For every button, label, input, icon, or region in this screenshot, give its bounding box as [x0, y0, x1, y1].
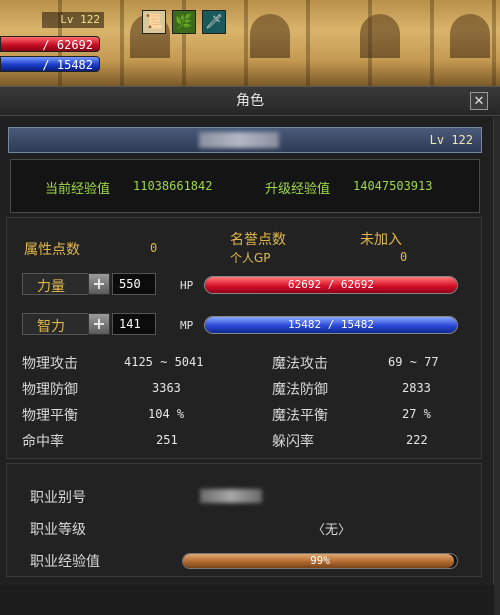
phys-bal-value: 104 % — [148, 407, 185, 421]
add-str-button[interactable]: + — [88, 273, 110, 295]
mp-bar: 15482 / 15482 — [204, 316, 458, 334]
job-alias-blurred — [200, 489, 262, 503]
attr-points-label: 属性点数 — [24, 242, 80, 258]
job-exp-label: 职业经验值 — [30, 554, 100, 570]
mag-def-value: 2833 — [402, 381, 431, 395]
scroll-icon[interactable]: 📜 — [142, 10, 166, 34]
hud-level: Lv 122 — [42, 12, 104, 28]
window-title: 角色 — [236, 93, 264, 109]
window-edge — [493, 117, 500, 615]
job-level-value: 〈无〉 — [312, 523, 352, 538]
mag-def-label: 魔法防御 — [272, 382, 328, 398]
add-int-button[interactable]: + — [88, 313, 110, 335]
job-alias-label: 职业别号 — [30, 490, 86, 506]
hp-tag: HP — [180, 279, 194, 292]
background-arch — [250, 14, 290, 58]
phys-bal-label: 物理平衡 — [22, 408, 78, 424]
gp-value: 0 — [400, 250, 408, 264]
phys-def-value: 3363 — [152, 381, 181, 395]
phys-atk-value: 4125 ~ 5041 — [124, 355, 204, 369]
window-footer — [0, 585, 494, 615]
experience-box: 当前经验值 11038661842 升级经验值 14047503913 — [10, 159, 480, 213]
int-label: 智力 — [37, 319, 65, 335]
gp-label: 个人GP — [230, 251, 271, 265]
mag-atk-value: 69 ~ 77 — [388, 355, 439, 369]
job-exp-bar-text: 99% — [310, 554, 330, 567]
str-value: 550 — [112, 273, 156, 295]
mag-atk-label: 魔法攻击 — [272, 356, 328, 372]
background-arch — [360, 14, 400, 58]
phys-atk-label: 物理攻击 — [22, 356, 78, 372]
sword-icon[interactable]: 🗡 — [202, 10, 226, 34]
character-window: 角色 ✕ Lv 122 当前经验值 11038661842 升级经验值 1404… — [0, 86, 500, 615]
hud-hp-bar: / 62692 — [0, 36, 100, 52]
hud-mp-bar: / 15482 — [0, 56, 100, 72]
str-label: 力量 — [37, 279, 65, 295]
dodge-rate-label: 躲闪率 — [272, 434, 314, 450]
hp-bar: 62692 / 62692 — [204, 276, 458, 294]
window-titlebar[interactable]: 角色 ✕ — [0, 87, 500, 116]
current-exp-value: 11038661842 — [133, 179, 213, 193]
hp-bar-text: 62692 / 62692 — [287, 278, 375, 291]
job-exp-bar: 99% — [182, 553, 458, 569]
current-exp-label: 当前经验值 — [45, 182, 111, 197]
dodge-rate-value: 222 — [406, 433, 428, 447]
next-exp-label: 升级经验值 — [265, 182, 331, 197]
int-value: 141 — [112, 313, 156, 335]
next-exp-value: 14047503913 — [353, 179, 433, 193]
mag-bal-value: 27 % — [402, 407, 431, 421]
attr-points-value: 0 — [150, 241, 158, 255]
honor-points-label: 名誉点数 — [230, 232, 286, 248]
hit-rate-value: 251 — [156, 433, 178, 447]
herb-icon[interactable]: 🌿 — [172, 10, 196, 34]
character-name-blurred — [199, 132, 279, 148]
hit-rate-label: 命中率 — [22, 434, 64, 450]
job-level-label: 职业等级 — [30, 522, 86, 538]
mag-bal-label: 魔法平衡 — [272, 408, 328, 424]
character-name-bar: Lv 122 — [8, 127, 482, 153]
close-button[interactable]: ✕ — [470, 92, 488, 110]
mp-bar-text: 15482 / 15482 — [287, 318, 375, 331]
background-arch — [450, 14, 490, 58]
mp-tag: MP — [180, 319, 194, 332]
phys-def-label: 物理防御 — [22, 382, 78, 398]
honor-points-value: 未加入 — [360, 232, 402, 248]
character-level: Lv 122 — [429, 133, 473, 147]
